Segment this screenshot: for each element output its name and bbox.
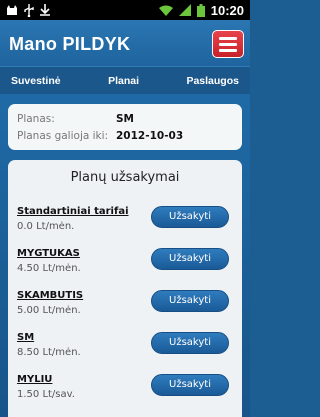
order-name[interactable]: MYLIU: [17, 374, 52, 385]
order-name[interactable]: Standartiniai tarifai: [17, 206, 129, 217]
tab-bar: Suvestinė Planai Paslaugos: [0, 66, 250, 94]
order-list: Standartiniai tarifai 0.0 Lt/mėn. Užsaky…: [17, 200, 237, 410]
order-price: 0.0 Lt/mėn.: [17, 221, 75, 232]
order-price: 4.50 Lt/mėn.: [17, 263, 81, 274]
order-item: SKAMBUTIS 5.00 Lt/mėn. Užsakyti: [17, 284, 237, 326]
menu-icon-bar: [219, 42, 237, 46]
clock: 10:20: [210, 2, 244, 18]
order-button[interactable]: Užsakyti: [151, 332, 229, 354]
order-button[interactable]: Užsakyti: [151, 248, 229, 270]
menu-icon-bar: [219, 36, 237, 40]
order-name[interactable]: SM: [17, 332, 34, 343]
plan-orders-card: Planų užsakymai Standartiniai tarifai 0.…: [8, 160, 242, 417]
battery-icon: [196, 3, 205, 17]
order-button[interactable]: Užsakyti: [151, 206, 229, 228]
plan-row: Planas: SM: [17, 110, 233, 127]
order-button[interactable]: Užsakyti: [151, 374, 229, 396]
wifi-icon: [158, 5, 173, 16]
order-button[interactable]: Užsakyti: [151, 290, 229, 312]
order-item: SM 8.50 Lt/mėn. Užsakyti: [17, 326, 237, 368]
order-item: Standartiniai tarifai 0.0 Lt/mėn. Užsaky…: [17, 200, 237, 242]
valid-value: 2012-10-03: [116, 129, 184, 142]
cat-icon: [6, 4, 18, 16]
app-header: Mano PILDYK: [0, 20, 250, 66]
plan-info-card: Planas: SM Planas galioja iki: 2012-10-0…: [8, 104, 242, 150]
orders-title: Planų užsakymai: [70, 170, 180, 185]
menu-button[interactable]: [212, 30, 244, 58]
tab-planai[interactable]: Planai: [108, 75, 139, 87]
tab-suvestine[interactable]: Suvestinė: [11, 75, 61, 87]
valid-label: Planas galioja iki:: [17, 129, 109, 142]
download-icon: [40, 4, 50, 16]
order-item: MYLIU 1.50 Lt/sav. Užsakyti: [17, 368, 237, 410]
order-item: MYGTUKAS 4.50 Lt/mėn. Užsakyti: [17, 242, 237, 284]
order-price: 8.50 Lt/mėn.: [17, 347, 81, 358]
menu-icon-bar: [219, 48, 237, 52]
plan-label: Planas:: [17, 112, 55, 125]
order-price: 5.00 Lt/mėn.: [17, 305, 81, 316]
order-name[interactable]: MYGTUKAS: [17, 248, 80, 259]
app-title: Mano PILDYK: [9, 34, 131, 54]
signal-icon: [178, 4, 191, 16]
valid-row: Planas galioja iki: 2012-10-03: [17, 127, 233, 144]
usb-icon: [24, 3, 34, 17]
plan-value: SM: [116, 112, 135, 125]
order-price: 1.50 Lt/sav.: [17, 389, 75, 400]
status-bar: 10:20: [0, 0, 250, 20]
order-name[interactable]: SKAMBUTIS: [17, 290, 83, 301]
tab-paslaugos[interactable]: Paslaugos: [186, 75, 239, 87]
status-bar-right: 10:20: [158, 2, 244, 18]
status-bar-left: [6, 3, 50, 17]
